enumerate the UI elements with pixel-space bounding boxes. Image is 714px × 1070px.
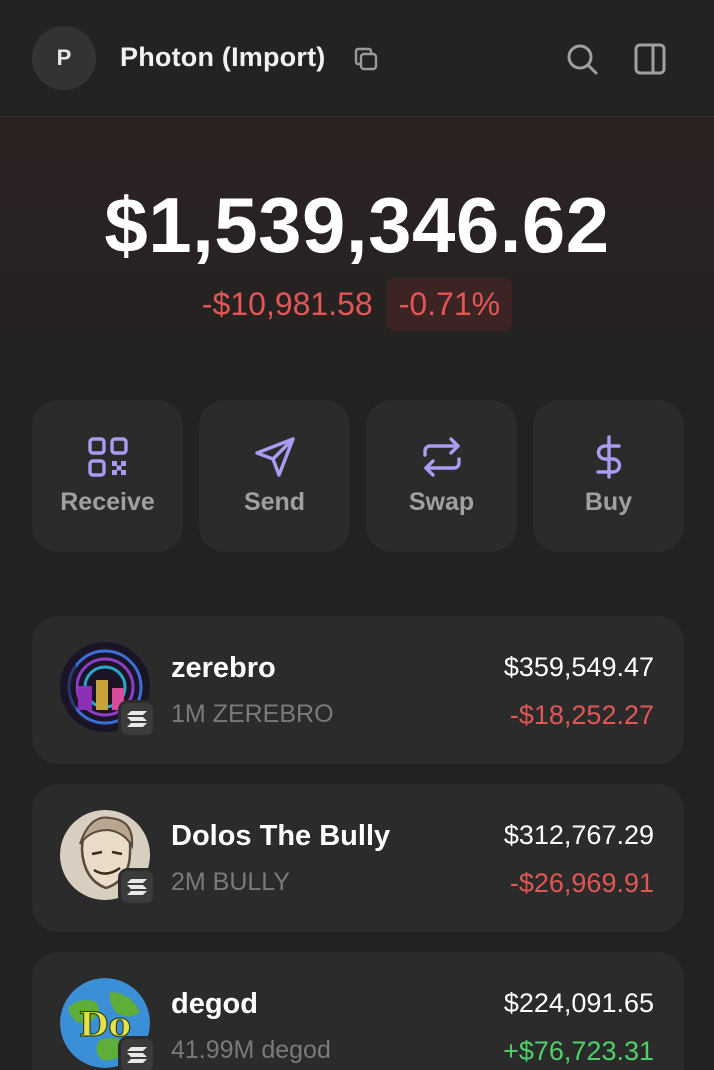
token-change: -$26,969.91 [509,868,654,898]
buy-label: Buy [584,488,633,516]
swap-button[interactable]: Swap [366,400,517,552]
token-value: $359,549.47 [503,652,654,682]
account-avatar[interactable]: P [32,26,96,90]
solana-chain-icon [118,700,156,738]
action-buttons: Receive Send Swap Buy [32,400,684,552]
token-quantity: 2M BULLY [171,868,291,896]
token-change: -$18,252.27 [509,700,654,730]
qr-code-icon [87,437,128,477]
token-name: degod [171,988,258,1020]
solana-chain-icon [118,868,156,906]
token-name: zerebro [171,652,276,684]
send-button[interactable]: Send [199,400,350,552]
token-row-zerebro[interactable]: zerebro 1M ZEREBRO $359,549.47 -$18,252.… [32,616,684,764]
swap-arrows-icon [422,437,461,477]
copy-icon[interactable] [352,45,380,73]
token-row-bully[interactable]: Dolos The Bully 2M BULLY $312,767.29 -$2… [32,784,684,932]
sidebar-toggle-icon[interactable] [632,41,668,77]
total-balance: $1,539,346.62 [104,181,610,269]
send-arrow-icon [254,437,295,477]
buy-button[interactable]: Buy [533,400,684,552]
swap-label: Swap [408,488,475,516]
change-amount: -$10,981.58 [201,286,373,322]
solana-chain-icon [118,1036,156,1070]
token-value: $224,091.65 [503,988,654,1018]
token-row-degod[interactable]: Do degod 41.99M degod $224,091.65 +$76,7… [32,952,684,1070]
send-label: Send [243,488,306,516]
change-percent-badge: -0.71% [386,278,513,331]
avatar-initial: P [56,45,72,70]
token-quantity: 41.99M degod [171,1036,331,1064]
token-quantity: 1M ZEREBRO [171,700,334,728]
account-name[interactable]: Photon (Import) [120,42,325,73]
receive-label: Receive [60,488,155,516]
token-change: +$76,723.31 [503,1036,654,1066]
app-header: P Photon (Import) [0,0,714,117]
search-icon[interactable] [564,41,600,77]
dollar-icon [595,435,621,479]
token-value: $312,767.29 [503,820,654,850]
balance-change: -$10,981.58 -0.71% [0,278,714,331]
token-name: Dolos The Bully [171,820,391,852]
receive-button[interactable]: Receive [32,400,183,552]
